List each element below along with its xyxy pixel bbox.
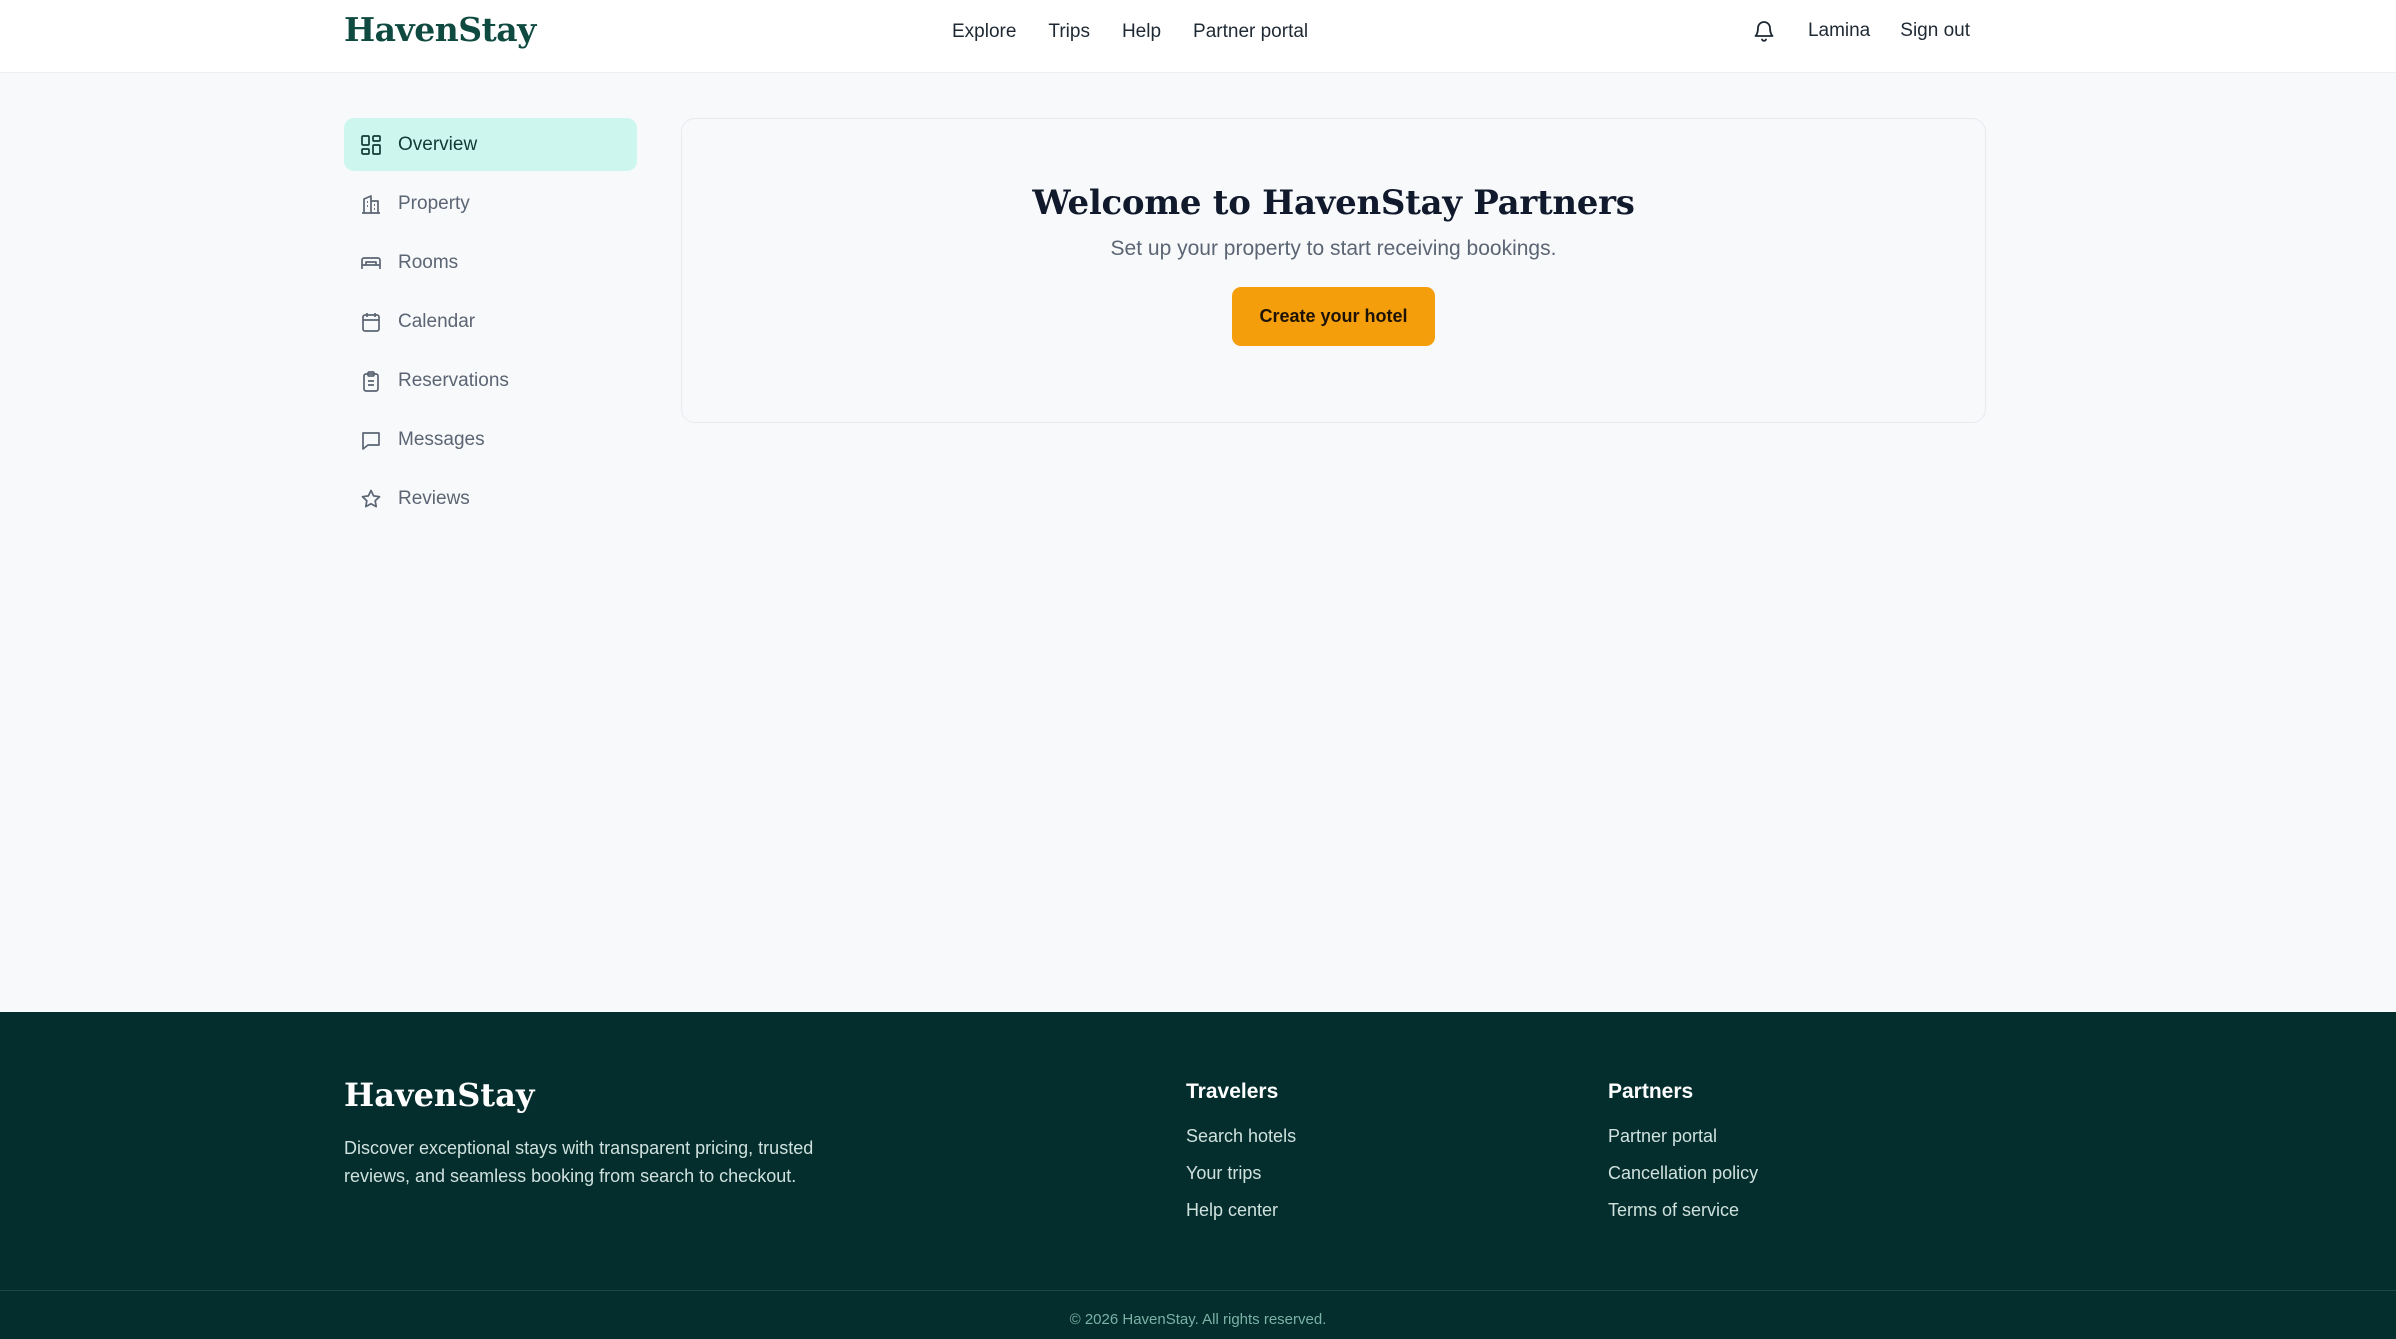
sidebar-item-label: Reviews (398, 487, 470, 509)
sidebar-item-reservations[interactable]: Reservations (344, 354, 637, 407)
footer-link-help-center[interactable]: Help center (1186, 1198, 1296, 1222)
sidebar-item-reviews[interactable]: Reviews (344, 472, 637, 525)
sidebar-item-label: Messages (398, 428, 485, 450)
footer-link-search-hotels[interactable]: Search hotels (1186, 1124, 1296, 1148)
sidebar-item-rooms[interactable]: Rooms (344, 236, 637, 289)
bed-icon (360, 252, 382, 274)
sidebar-item-label: Overview (398, 133, 478, 155)
footer-link-cancellation-policy[interactable]: Cancellation policy (1608, 1161, 1758, 1185)
top-navigation-bar: HavenStay Explore Trips Help Partner por… (0, 0, 2396, 73)
nav-partner-portal[interactable]: Partner portal (1193, 20, 1308, 44)
footer-link-partner-portal[interactable]: Partner portal (1608, 1124, 1758, 1148)
footer-divider (0, 1290, 2396, 1291)
footer-description: Discover exceptional stays with transpar… (344, 1138, 814, 1186)
main-nav: Explore Trips Help Partner portal (952, 20, 1308, 44)
footer-partners-heading: Partners (1608, 1080, 1694, 1103)
sign-out-link[interactable]: Sign out (1900, 19, 1970, 43)
footer-brand-logo: HavenStay (344, 1076, 535, 1114)
nav-trips[interactable]: Trips (1048, 20, 1090, 44)
sidebar-item-label: Rooms (398, 251, 459, 273)
site-footer: HavenStay Discover exceptional stays wit… (0, 1012, 2396, 1339)
sidebar-item-label: Property (398, 192, 470, 214)
footer-link-your-trips[interactable]: Your trips (1186, 1161, 1296, 1185)
footer-link-terms-of-service[interactable]: Terms of service (1608, 1198, 1758, 1222)
account-area: Lamina Sign out (1750, 16, 1970, 46)
footer-partners-column: Partners Partner portal Cancellation pol… (1608, 1080, 1758, 1235)
star-icon (360, 488, 382, 510)
page-title: Welcome to HavenStay Partners (1032, 183, 1635, 223)
partner-sidebar: Overview Property Rooms Calendar Reserva… (344, 118, 637, 531)
sidebar-item-calendar[interactable]: Calendar (344, 295, 637, 348)
notifications-bell-icon[interactable] (1750, 16, 1778, 46)
create-hotel-button[interactable]: Create your hotel (1232, 287, 1435, 346)
footer-travelers-heading: Travelers (1186, 1080, 1279, 1103)
sidebar-item-property[interactable]: Property (344, 177, 637, 230)
brand-logo[interactable]: HavenStay (344, 10, 536, 49)
clipboard-icon (360, 370, 382, 392)
footer-copyright: © 2026 HavenStay. All rights reserved. (1069, 1311, 1327, 1328)
welcome-card: Welcome to HavenStay Partners Set up you… (681, 118, 1986, 423)
message-icon (360, 429, 382, 451)
user-name-link[interactable]: Lamina (1808, 19, 1870, 43)
sidebar-item-label: Reservations (398, 369, 509, 391)
nav-help[interactable]: Help (1122, 20, 1161, 44)
sidebar-item-messages[interactable]: Messages (344, 413, 637, 466)
calendar-icon (360, 311, 382, 333)
sidebar-item-label: Calendar (398, 310, 476, 332)
welcome-subtitle: Set up your property to start receiving … (1110, 237, 1557, 260)
building-icon (360, 193, 382, 215)
sidebar-item-overview[interactable]: Overview (344, 118, 637, 171)
nav-explore[interactable]: Explore (952, 20, 1016, 44)
dashboard-icon (360, 134, 382, 156)
footer-travelers-column: Travelers Search hotels Your trips Help … (1186, 1080, 1296, 1235)
